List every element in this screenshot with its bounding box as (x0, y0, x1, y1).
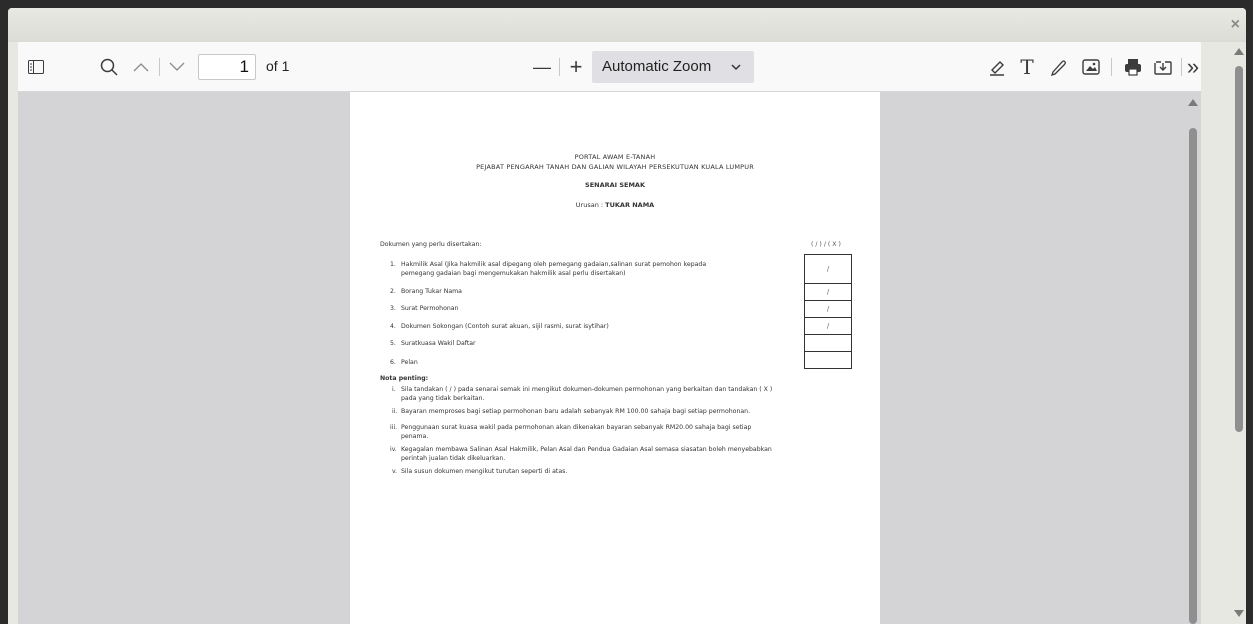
item-label: Dokumen Sokongan (Contoh surat akuan, si… (401, 323, 609, 330)
search-icon[interactable] (98, 57, 120, 77)
sidebar-toggle-icon[interactable] (26, 57, 46, 77)
doc-title-line2: PEJABAT PENGARAH TANAH DAN GALIAN WILAYA… (476, 163, 754, 171)
close-modal-button[interactable]: × (1231, 17, 1240, 33)
scroll-up-icon[interactable] (1234, 48, 1244, 55)
pdf-page: PORTAL AWAM E-TANAH PEJABAT PENGARAH TAN… (350, 92, 880, 624)
note-text: Bayaran memproses bagi setiap permohonan… (401, 408, 751, 415)
print-icon[interactable] (1122, 57, 1144, 77)
pdf-viewer-modal: × 1 of 1 — + Automatic Zoom T » PORTAL A… (8, 8, 1246, 624)
item-label: Suratkuasa Wakil Daftar (401, 340, 476, 347)
modal-scrollbar[interactable] (1232, 42, 1246, 624)
viewer-toolbar: 1 of 1 — + Automatic Zoom T » (18, 42, 1201, 92)
more-tools-icon[interactable]: » (1182, 54, 1204, 79)
item-number: 6. (390, 359, 396, 366)
note-number: v. (392, 468, 398, 475)
item-number: 3. (390, 305, 396, 312)
text-tool-icon[interactable]: T (1016, 55, 1038, 79)
modal-scrollbar-thumb[interactable] (1235, 66, 1243, 432)
document-content-area[interactable]: PORTAL AWAM E-TANAH PEJABAT PENGARAH TAN… (18, 92, 1201, 624)
previous-page-icon[interactable] (132, 57, 150, 77)
item-number: 1. (390, 261, 396, 268)
item-label-cont: pemegang gadaian bagi mengemukakan hakmi… (401, 270, 626, 277)
check-box: / (804, 283, 852, 301)
note-number: i. (392, 386, 396, 393)
zoom-select[interactable]: Automatic Zoom (592, 51, 754, 83)
note-text-cont: perintah jualan tidak dikeluarkan. (401, 455, 506, 462)
item-label: Borang Tukar Nama (401, 288, 462, 295)
note-number: iv. (390, 446, 397, 453)
docs-intro: Dokumen yang perlu disertakan: (380, 241, 482, 248)
toolbar-separator (159, 58, 160, 76)
item-number: 4. (390, 323, 396, 330)
check-box: / (804, 317, 852, 335)
page-total-label: of 1 (266, 58, 290, 74)
chevron-down-icon (730, 51, 742, 95)
doc-heading: SENARAI SEMAK (585, 181, 645, 189)
urusan-label: Urusan : (575, 201, 606, 209)
toolbar-separator (559, 58, 560, 76)
note-text: Penggunaan surat kuasa wakil pada permoh… (401, 424, 752, 431)
toolbar-separator (1111, 58, 1112, 76)
item-number: 2. (390, 288, 396, 295)
check-box (804, 334, 852, 352)
doc-title-line1: PORTAL AWAM E-TANAH (574, 153, 656, 161)
check-box (804, 351, 852, 369)
urusan-value: TUKAR NAMA (605, 201, 655, 209)
check-box: / (804, 254, 852, 284)
nota-heading: Nota penting: (380, 375, 429, 382)
pdf-viewer: 1 of 1 — + Automatic Zoom T » PORTAL AWA… (18, 42, 1201, 624)
next-page-icon[interactable] (168, 57, 186, 77)
note-text: Sila tandakan ( / ) pada senarai semak i… (401, 386, 773, 393)
draw-icon[interactable] (1048, 57, 1070, 77)
page-number-input[interactable]: 1 (198, 54, 256, 80)
note-text: Kegagalan membawa Salinan Asal Hakmilik,… (401, 446, 772, 453)
doc-urusan: Urusan : TUKAR NAMA (350, 201, 880, 209)
highlight-icon[interactable] (986, 57, 1008, 77)
item-label: Hakmilik Asal (Jika hakmilik asal dipega… (401, 261, 707, 268)
zoom-out-button[interactable]: — (532, 57, 552, 77)
check-column-header: ( / ) / ( X ) (811, 241, 841, 248)
modal-titlebar: × (8, 8, 1246, 42)
item-label: Pelan (401, 359, 418, 366)
image-icon[interactable] (1080, 57, 1102, 77)
note-number: iii. (390, 424, 398, 431)
note-text: Sila susun dokumen mengikut turutan sepe… (401, 468, 568, 475)
scroll-up-icon[interactable] (1188, 99, 1198, 106)
document-scrollbar[interactable] (1186, 92, 1200, 624)
note-text-cont: penama. (401, 433, 429, 440)
zoom-select-value: Automatic Zoom (602, 58, 712, 75)
download-icon[interactable] (1152, 57, 1174, 77)
note-number: ii. (392, 408, 398, 415)
zoom-in-button[interactable]: + (566, 54, 586, 79)
item-label: Surat Permohonan (401, 305, 459, 312)
document-scrollbar-thumb[interactable] (1189, 128, 1197, 624)
check-box: / (804, 300, 852, 318)
note-text-cont: pada yang tidak berkaitan. (401, 395, 485, 402)
item-number: 5. (390, 340, 396, 347)
scroll-down-icon[interactable] (1234, 610, 1244, 617)
